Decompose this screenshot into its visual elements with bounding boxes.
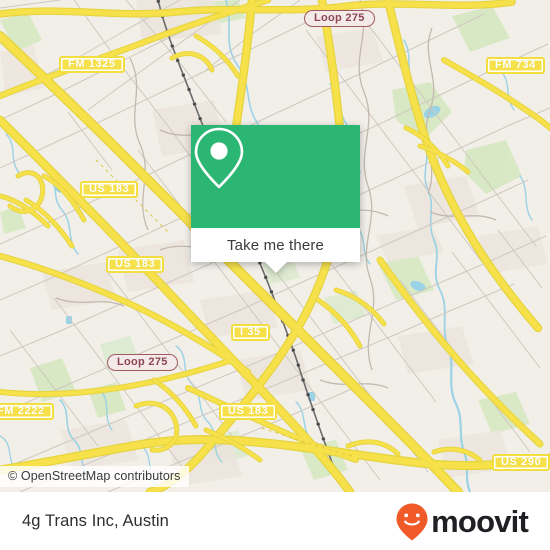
road-shield-us-183-upper[interactable]: US 183: [80, 181, 139, 198]
road-shield-label: FM 1325: [68, 58, 116, 70]
place-title: 4g Trans Inc, Austin: [22, 512, 169, 530]
road-shield-us-183-lower[interactable]: US 183: [219, 403, 278, 420]
map-attribution[interactable]: © OpenStreetMap contributors: [0, 466, 189, 487]
moovit-logo[interactable]: moovit: [395, 502, 529, 542]
road-shield-fm-2222[interactable]: FM 2222: [0, 403, 54, 420]
callout-pin-area: [191, 125, 360, 228]
road-shield-label: Loop 275: [117, 356, 168, 368]
road-shield-loop-275-south[interactable]: Loop 275: [107, 354, 178, 371]
road-shield-fm-734[interactable]: FM 734: [486, 57, 545, 74]
road-shield-label: I 35: [240, 326, 261, 338]
map-canvas[interactable]: Loop 275 FM 1325 FM 734 US 183 US 183 I …: [0, 0, 550, 492]
footer-bar: 4g Trans Inc, Austin moovit: [0, 492, 550, 550]
attribution-text: © OpenStreetMap contributors: [8, 469, 181, 483]
road-shield-label: US 183: [89, 183, 130, 195]
map-screenshot: Loop 275 FM 1325 FM 734 US 183 US 183 I …: [0, 0, 550, 550]
road-shield-label: US 183: [228, 405, 269, 417]
location-pin-icon: [194, 127, 244, 189]
road-shield-i-35[interactable]: I 35: [231, 324, 270, 341]
road-shield-label: US 183: [115, 258, 156, 270]
road-shield-fm-1325[interactable]: FM 1325: [59, 56, 125, 73]
moovit-smiley-pin-icon: [396, 503, 428, 540]
road-shield-label: US 290: [501, 456, 542, 468]
take-me-there-button[interactable]: Take me there: [191, 228, 360, 273]
road-shield-us-183-mid[interactable]: US 183: [106, 256, 165, 273]
road-shield-loop-275-north[interactable]: Loop 275: [304, 10, 375, 27]
road-shield-label: FM 2222: [0, 405, 45, 417]
destination-callout-card[interactable]: Take me there: [191, 125, 360, 273]
road-shield-label: FM 734: [495, 59, 536, 71]
take-me-there-label: Take me there: [227, 236, 324, 254]
callout-pointer-tail: [264, 262, 287, 273]
moovit-wordmark: moovit: [431, 504, 529, 539]
road-shield-us-290[interactable]: US 290: [492, 454, 550, 471]
road-shield-label: Loop 275: [314, 12, 365, 24]
